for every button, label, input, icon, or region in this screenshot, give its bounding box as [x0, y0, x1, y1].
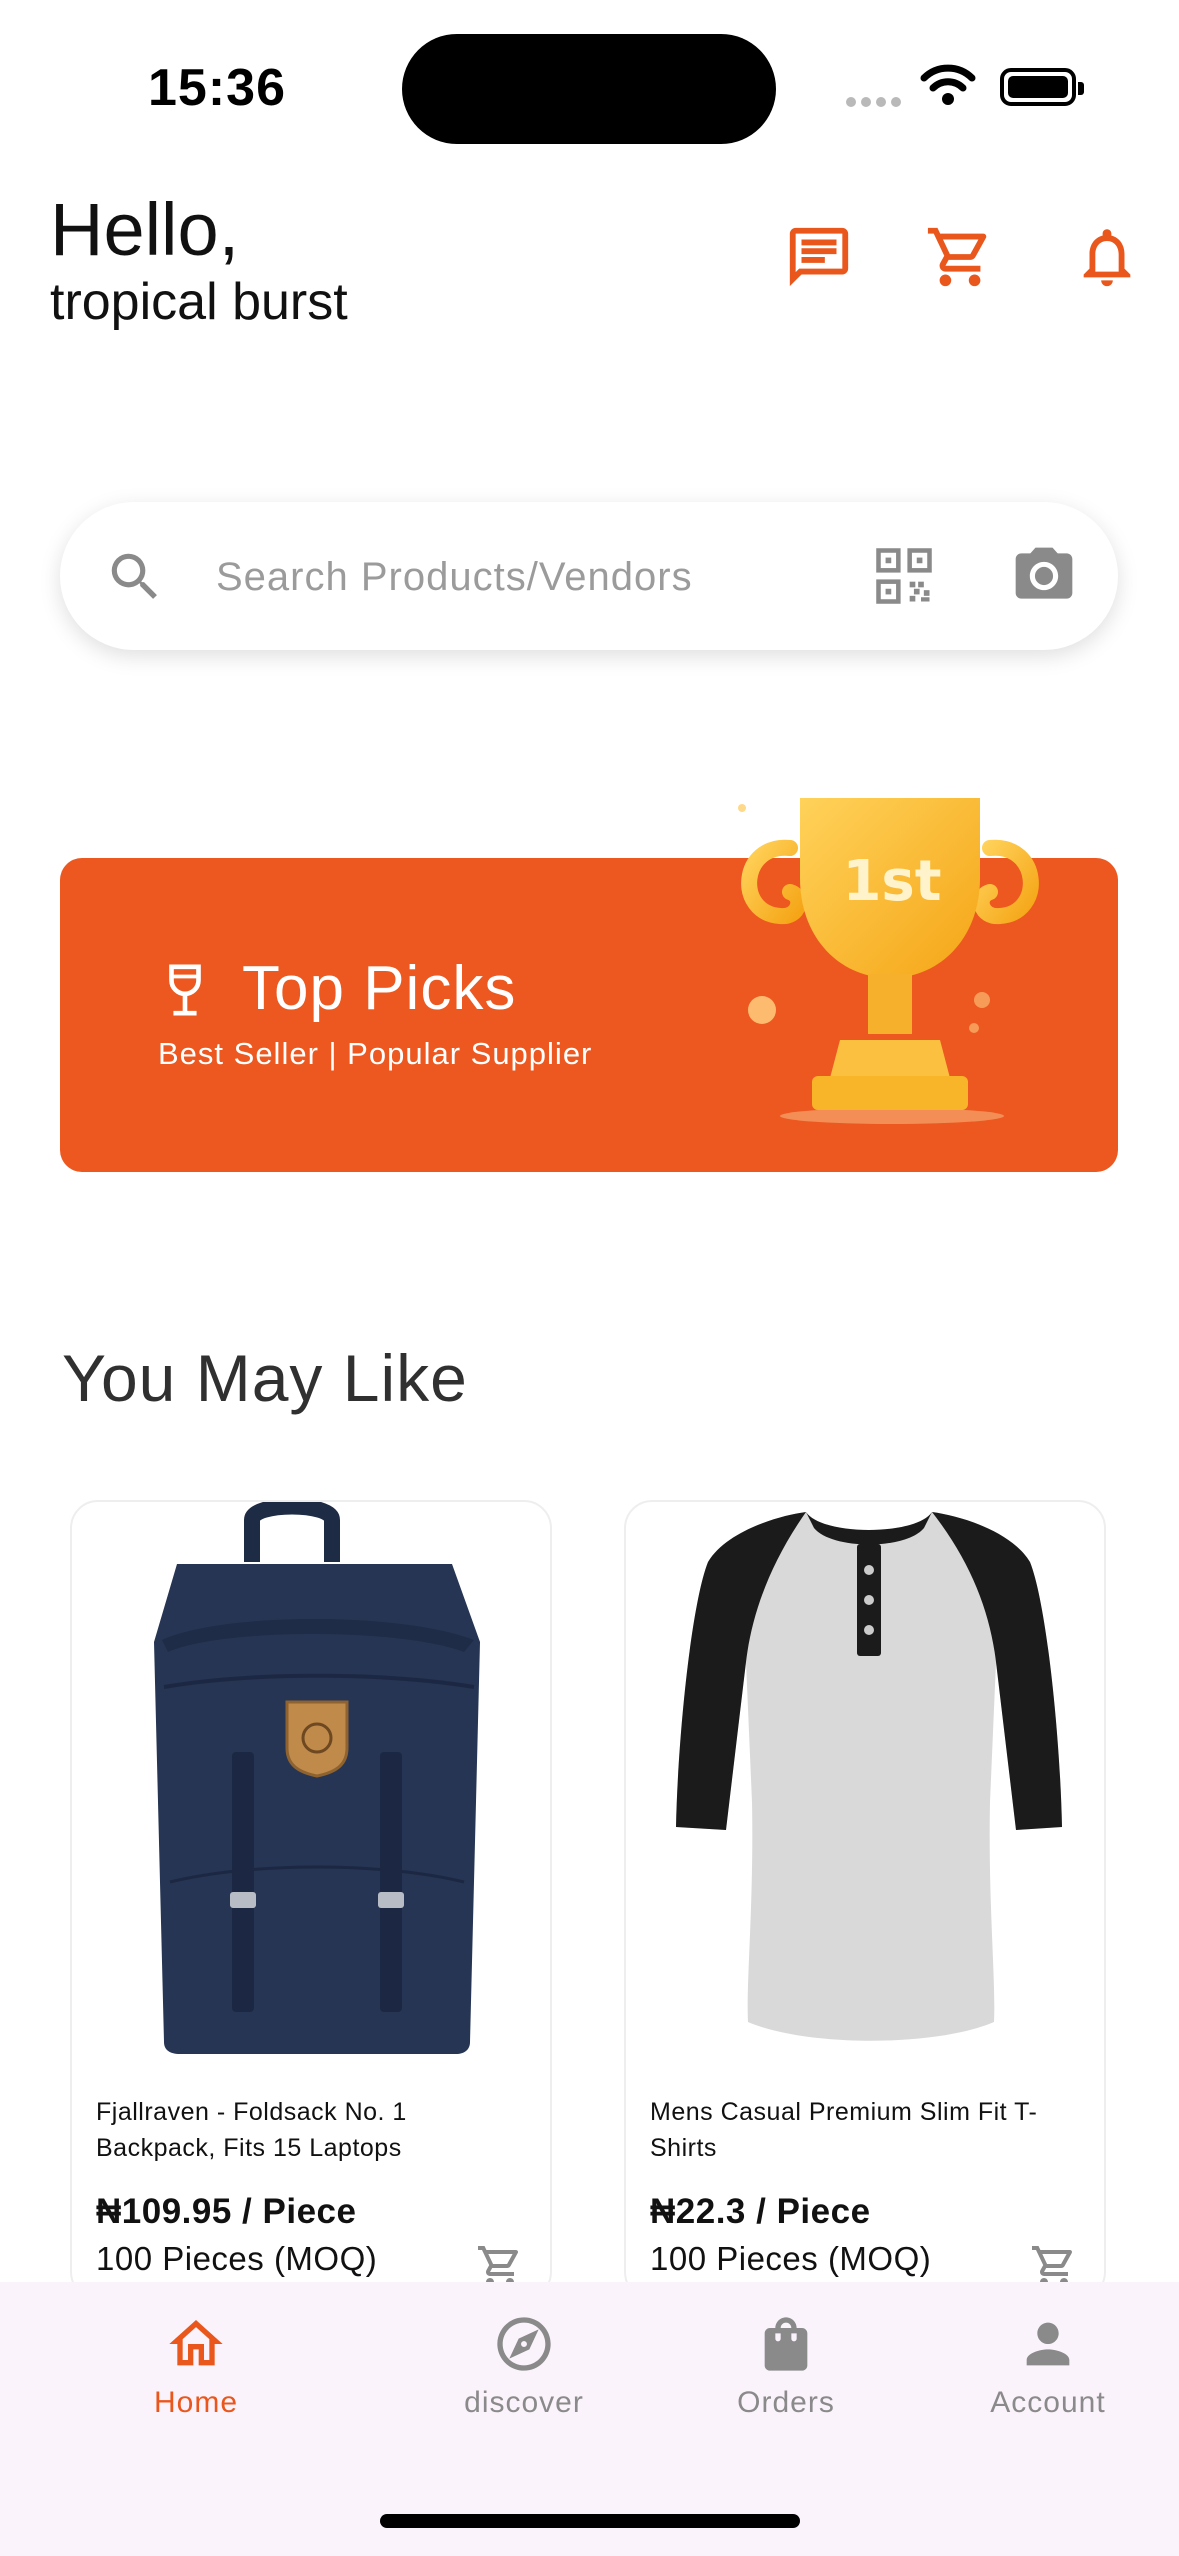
- greeting-username: tropical burst: [50, 273, 348, 331]
- product-card[interactable]: Mens Casual Premium Slim Fit T-Shirts ₦2…: [624, 1500, 1106, 2300]
- camera-icon[interactable]: [1010, 542, 1078, 610]
- wine-glass-icon: [169, 964, 201, 1016]
- nav-label-orders: Orders: [737, 2386, 835, 2419]
- bell-icon[interactable]: [1072, 222, 1142, 292]
- product-moq: 100 Pieces (MOQ): [650, 2240, 932, 2277]
- greeting: Hello, tropical burst: [50, 188, 348, 332]
- product-price: ₦109.95 / Piece: [96, 2192, 357, 2231]
- home-icon: [169, 2320, 223, 2366]
- search-bar: [60, 502, 1118, 650]
- greeting-hello: Hello,: [50, 188, 240, 271]
- wifi-icon: [920, 64, 976, 105]
- banner-title: Top Picks: [242, 954, 517, 1023]
- status-bar: 15:36: [0, 0, 1179, 160]
- home-indicator: [380, 2514, 800, 2528]
- product-name: Mens Casual Premium Slim Fit T-Shirts: [650, 2098, 1038, 2162]
- section-title: You May Like: [62, 1341, 468, 1415]
- trophy-icon: 1st: [738, 798, 1039, 1124]
- trophy-text: 1st: [842, 849, 941, 914]
- person-icon: [1026, 2322, 1070, 2366]
- banner-subtitle: Best Seller | Popular Supplier: [158, 1036, 593, 1071]
- cart-icon[interactable]: [925, 222, 995, 292]
- signal-icon: [846, 94, 906, 112]
- product-name: Fjallraven - Foldsack No. 1 Backpack, Fi…: [96, 2098, 407, 2162]
- product-image-backpack: [154, 1502, 480, 2054]
- qr-scan-icon[interactable]: [870, 542, 938, 610]
- nav-item-home[interactable]: Home: [86, 2312, 306, 2420]
- chat-icon[interactable]: [784, 222, 854, 292]
- search-icon: [111, 553, 157, 599]
- status-time: 15:36: [148, 59, 286, 117]
- nav-item-account[interactable]: Account: [938, 2312, 1158, 2420]
- search-input[interactable]: [216, 542, 836, 612]
- dynamic-island: [402, 34, 776, 144]
- product-price: ₦22.3 / Piece: [650, 2192, 871, 2231]
- nav-label-discover: discover: [464, 2386, 584, 2419]
- product-image-tshirt: [676, 1512, 1062, 2041]
- nav-label-home: Home: [153, 2386, 239, 2419]
- bag-icon: [764, 2317, 808, 2371]
- nav-item-discover[interactable]: discover: [414, 2312, 634, 2420]
- nav-label-account: Account: [990, 2386, 1106, 2419]
- compass-icon: [497, 2317, 551, 2371]
- nav-item-orders[interactable]: Orders: [676, 2312, 896, 2420]
- product-card[interactable]: Fjallraven - Foldsack No. 1 Backpack, Fi…: [70, 1500, 552, 2300]
- battery-icon: [1000, 68, 1084, 106]
- product-moq: 100 Pieces (MOQ): [96, 2240, 378, 2277]
